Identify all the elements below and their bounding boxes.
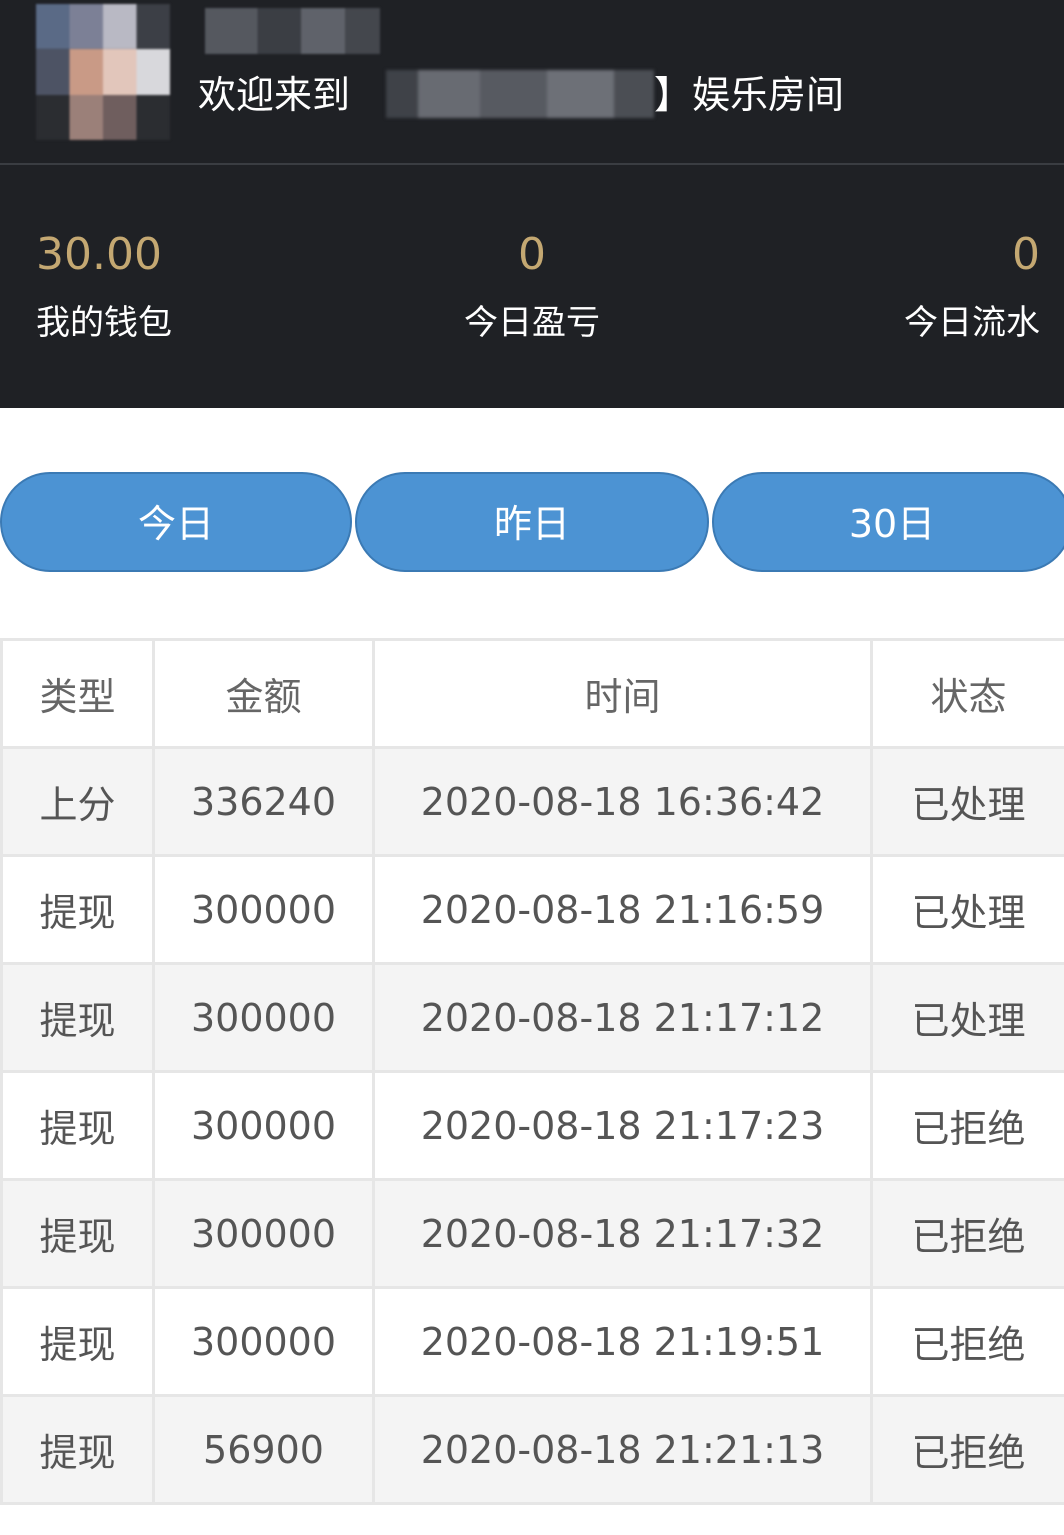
cell-type: 提现 [0, 1286, 155, 1397]
cell-status: 已处理 [870, 746, 1064, 857]
cell-type: 提现 [0, 1178, 155, 1289]
cell-amount: 336240 [152, 746, 375, 857]
wallet-stat: 30.00 我的钱包 [36, 225, 172, 349]
header: 欢迎来到 】娱乐房间 30.00 我的钱包 0 今日盈亏 0 今日流水 [0, 0, 1064, 408]
cell-status: 已拒绝 [870, 1070, 1064, 1181]
redacted-room-name [386, 70, 654, 118]
date-range-tabs: 今日 昨日 30日 [0, 472, 1064, 574]
table-row: 提现 300000 2020-08-18 21:16:59 已处理 [0, 854, 1064, 965]
wallet-label: 我的钱包 [36, 303, 172, 343]
cell-status: 已拒绝 [870, 1394, 1064, 1505]
cell-status: 已拒绝 [870, 1286, 1064, 1397]
header-status: 状态 [870, 638, 1064, 749]
cell-type: 上分 [0, 746, 155, 857]
cell-amount: 300000 [152, 962, 375, 1073]
redacted-username [205, 8, 380, 54]
turnover-label: 今日流水 [904, 303, 1040, 343]
turnover-value: 0 [1012, 229, 1040, 280]
wallet-value: 30.00 [36, 229, 162, 280]
table-row: 提现 300000 2020-08-18 21:17:12 已处理 [0, 962, 1064, 1073]
profit-label: 今日盈亏 [464, 303, 600, 343]
cell-time: 2020-08-18 21:17:23 [372, 1070, 873, 1181]
cell-time: 2020-08-18 21:17:12 [372, 962, 873, 1073]
welcome-prefix: 欢迎来到 [198, 73, 351, 117]
cell-time: 2020-08-18 21:21:13 [372, 1394, 873, 1505]
cell-status: 已处理 [870, 854, 1064, 965]
cell-amount: 300000 [152, 1286, 375, 1397]
cell-status: 已拒绝 [870, 1178, 1064, 1289]
profit-value: 0 [518, 229, 546, 280]
header-time: 时间 [372, 638, 873, 749]
tab-30-days[interactable]: 30日 [712, 472, 1064, 572]
profit-stat: 0 今日盈亏 [432, 225, 632, 349]
header-amount: 金额 [152, 638, 375, 749]
table-row: 上分 336240 2020-08-18 16:36:42 已处理 [0, 746, 1064, 857]
cell-amount: 56900 [152, 1394, 375, 1505]
tab-today[interactable]: 今日 [0, 472, 352, 572]
tab-yesterday[interactable]: 昨日 [355, 472, 709, 572]
welcome-suffix: 】娱乐房间 [654, 73, 845, 117]
cell-type: 提现 [0, 1394, 155, 1505]
table-row: 提现 300000 2020-08-18 21:17:23 已拒绝 [0, 1070, 1064, 1181]
table-row: 提现 56900 2020-08-18 21:21:13 已拒绝 [0, 1394, 1064, 1505]
table-row: 提现 300000 2020-08-18 21:19:51 已拒绝 [0, 1286, 1064, 1397]
cell-time: 2020-08-18 21:17:32 [372, 1178, 873, 1289]
table-row: 提现 300000 2020-08-18 21:17:32 已拒绝 [0, 1178, 1064, 1289]
avatar [36, 4, 170, 140]
cell-type: 提现 [0, 962, 155, 1073]
table-header-row: 类型 金额 时间 状态 [0, 638, 1064, 749]
records-table: 类型 金额 时间 状态 上分 336240 2020-08-18 16:36:4… [0, 638, 1064, 1505]
records-table-wrap: 类型 金额 时间 状态 上分 336240 2020-08-18 16:36:4… [0, 638, 1064, 1505]
turnover-stat: 0 今日流水 [904, 225, 1040, 349]
cell-amount: 300000 [152, 1178, 375, 1289]
cell-time: 2020-08-18 21:16:59 [372, 854, 873, 965]
cell-status: 已处理 [870, 962, 1064, 1073]
cell-amount: 300000 [152, 1070, 375, 1181]
cell-amount: 300000 [152, 854, 375, 965]
cell-type: 提现 [0, 1070, 155, 1181]
top-bar: 欢迎来到 】娱乐房间 [0, 0, 1064, 165]
header-type: 类型 [0, 638, 155, 749]
cell-time: 2020-08-18 16:36:42 [372, 746, 873, 857]
cell-type: 提现 [0, 854, 155, 965]
cell-time: 2020-08-18 21:19:51 [372, 1286, 873, 1397]
